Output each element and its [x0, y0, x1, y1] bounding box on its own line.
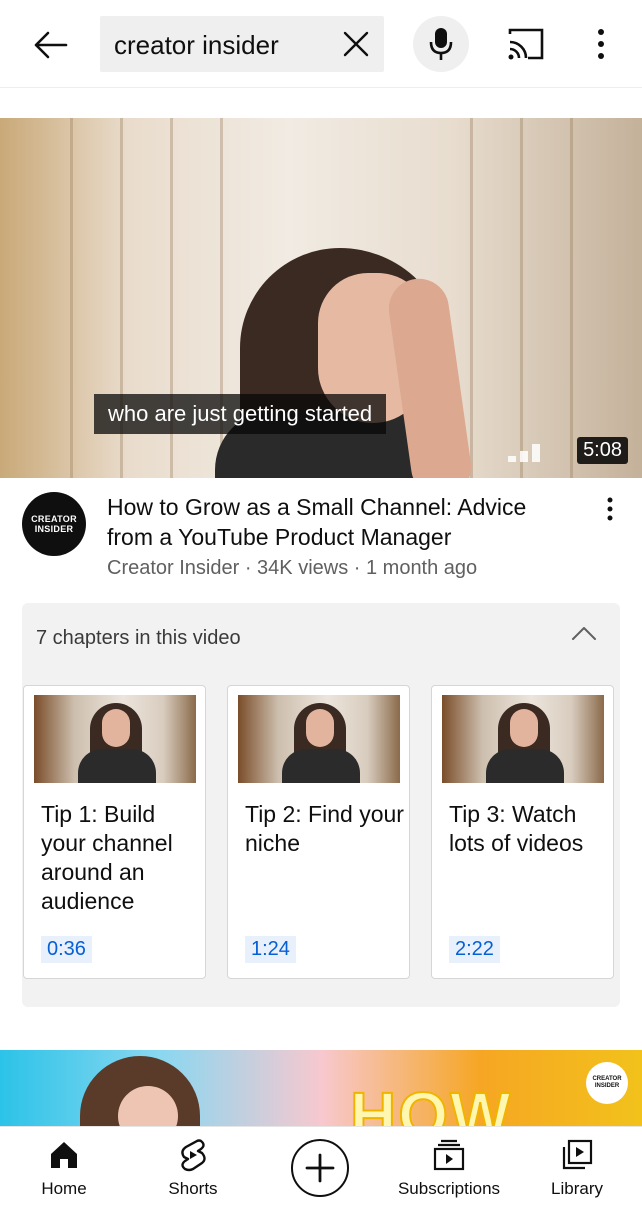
home-icon — [51, 1142, 77, 1168]
video-more-options-icon[interactable] — [600, 496, 620, 522]
arrow-left-icon — [34, 31, 68, 59]
microphone-icon — [429, 28, 453, 60]
shorts-icon — [181, 1139, 206, 1172]
chapters-panel: 7 chapters in this video Tip 1: Build yo… — [22, 603, 620, 1007]
clear-search-icon[interactable] — [342, 30, 370, 58]
chapter-card[interactable]: Tip 1: Build your channel around an audi… — [23, 685, 206, 979]
chapter-thumbnail — [442, 695, 604, 783]
search-query-text: creator insider — [114, 30, 279, 60]
back-button[interactable] — [28, 22, 74, 68]
chapter-timestamp[interactable]: 1:24 — [245, 936, 296, 963]
video-caption: who are just getting started — [94, 394, 387, 434]
chapter-title: Tip 2: Find your niche — [245, 801, 404, 856]
chapter-title: Tip 1: Build your channel around an audi… — [41, 801, 173, 914]
thumbnail-channel-badge: CREATOR INSIDER — [586, 1062, 628, 1104]
chapter-card[interactable]: Tip 2: Find your niche 1:24 — [227, 685, 410, 979]
next-video-thumbnail[interactable]: HOW CREATOR INSIDER — [0, 1050, 642, 1126]
subscriptions-icon — [433, 1139, 465, 1171]
video-title[interactable]: How to Grow as a Small Channel: Advice f… — [107, 492, 577, 552]
search-input[interactable]: creator insider — [100, 16, 384, 72]
more-options-icon[interactable] — [590, 26, 612, 62]
chapter-thumbnail — [238, 695, 400, 783]
bottom-navigation: Home Shorts Subscriptions Library — [0, 1126, 642, 1212]
chapter-timestamp[interactable]: 0:36 — [41, 936, 92, 963]
nav-library[interactable]: Library — [544, 1137, 610, 1199]
nav-home[interactable]: Home — [30, 1137, 98, 1199]
signal-strength-icon — [508, 444, 540, 462]
video-metadata: Creator Insider · 34K views · 1 month ag… — [107, 557, 478, 579]
create-button[interactable] — [291, 1139, 349, 1197]
nav-shorts[interactable]: Shorts — [158, 1137, 228, 1199]
channel-avatar[interactable]: CREATOR INSIDER — [22, 492, 86, 556]
plus-icon — [305, 1153, 335, 1183]
cast-icon[interactable] — [506, 28, 546, 62]
chapter-card[interactable]: Tip 3: Watch lots of videos 2:22 — [431, 685, 614, 979]
chevron-up-icon[interactable] — [570, 621, 598, 645]
video-duration-badge: 5:08 — [577, 437, 628, 464]
thumbnail-headline: HOW — [349, 1078, 513, 1126]
library-icon — [562, 1139, 593, 1170]
voice-search-button[interactable] — [413, 16, 469, 72]
chapters-header: 7 chapters in this video — [36, 627, 241, 649]
chapter-timestamp[interactable]: 2:22 — [449, 936, 500, 963]
chapter-thumbnail — [34, 695, 196, 783]
nav-subscriptions[interactable]: Subscriptions — [392, 1137, 506, 1199]
top-app-bar: creator insider — [0, 0, 642, 88]
chapter-title: Tip 3: Watch lots of videos — [449, 801, 584, 856]
